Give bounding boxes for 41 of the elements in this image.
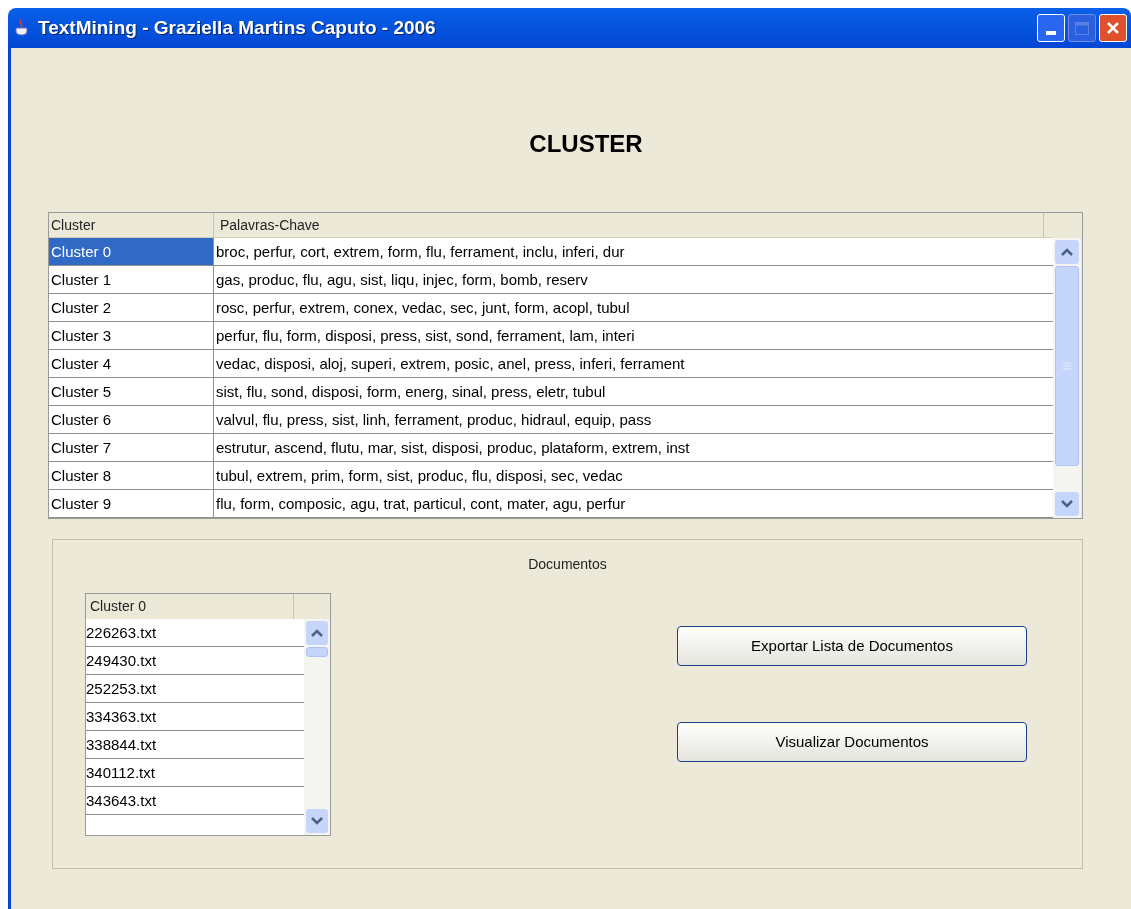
table-cell[interactable]: Cluster 4	[49, 350, 214, 377]
page-heading: CLUSTER	[529, 129, 643, 159]
minimize-button[interactable]	[1037, 14, 1065, 42]
coffee-cup-icon	[14, 19, 30, 37]
table-cell[interactable]: Cluster 1	[49, 266, 214, 293]
scroll-down-icon[interactable]	[1055, 492, 1079, 516]
table-cell-text: perfur, flu, form, disposi, press, sist, sond, ferrament, lam, interi	[215, 326, 636, 346]
scroll-thumb[interactable]	[306, 647, 328, 657]
table-cell-text: vedac, disposi, aloj, superi, extrem, posic, anel, press, inferi, ferrament	[215, 354, 686, 374]
column-header[interactable]: Palavras-Chave	[214, 213, 1044, 237]
scroll-up-icon[interactable]	[306, 621, 328, 645]
scroll-down-icon[interactable]	[306, 809, 328, 833]
minimize-icon	[1046, 31, 1056, 35]
table-cell[interactable]: Cluster 2	[49, 294, 214, 321]
scrollbar[interactable]	[304, 619, 330, 835]
close-icon	[1106, 21, 1120, 35]
scroll-up-icon[interactable]	[1055, 240, 1079, 264]
table-cell-text: broc, perfur, cort, extrem, form, flu, ferrament, inclu, inferi, dur	[215, 242, 626, 262]
table-cell-text: rosc, perfur, extrem, conex, vedac, sec, junt, form, acopl, tubul	[215, 298, 631, 318]
table-cell-text: valvul, flu, press, sist, linh, ferrament, produc, hidraul, equip, pass	[215, 410, 653, 430]
table-cell[interactable]: Cluster 0	[49, 238, 214, 265]
table-cell[interactable]: Cluster 9	[49, 490, 214, 517]
table-cell-text: flu, form, composic, agu, trat, particul, cont, mater, agu, perfur	[215, 494, 627, 514]
column-header[interactable]: Cluster	[49, 213, 214, 237]
table-cell[interactable]: Cluster 8	[49, 462, 214, 489]
table-cell[interactable]: Cluster 3	[49, 322, 214, 349]
window-title: TextMining - Graziella Martins Caputo - 2006	[38, 15, 436, 40]
table-cell-text: gas, produc, flu, agu, sist, liqu, injec, form, bomb, reserv	[215, 270, 589, 290]
table-cell-text: estrutur, ascend, flutu, mar, sist, disposi, produc, plataform, extrem, inst	[215, 438, 691, 458]
table-cell-text: tubul, extrem, prim, form, sist, produc, flu, disposi, sec, vedac	[215, 466, 624, 486]
scroll-thumb[interactable]	[1055, 266, 1079, 466]
action-button[interactable]: Visualizar Documentos	[677, 722, 1027, 762]
close-button[interactable]	[1099, 14, 1127, 42]
scrollbar[interactable]	[1053, 238, 1081, 518]
maximize-icon	[1075, 21, 1089, 35]
table-cell[interactable]: Cluster 6	[49, 406, 214, 433]
table-cell[interactable]: Cluster 7	[49, 434, 214, 461]
table-cell[interactable]: Cluster 5	[49, 378, 214, 405]
panel-title: Documentos	[528, 555, 607, 574]
table-cell-text: sist, flu, sond, disposi, form, energ, sinal, press, eletr, tubul	[215, 382, 607, 402]
action-button[interactable]: Exportar Lista de Documentos	[677, 626, 1027, 666]
